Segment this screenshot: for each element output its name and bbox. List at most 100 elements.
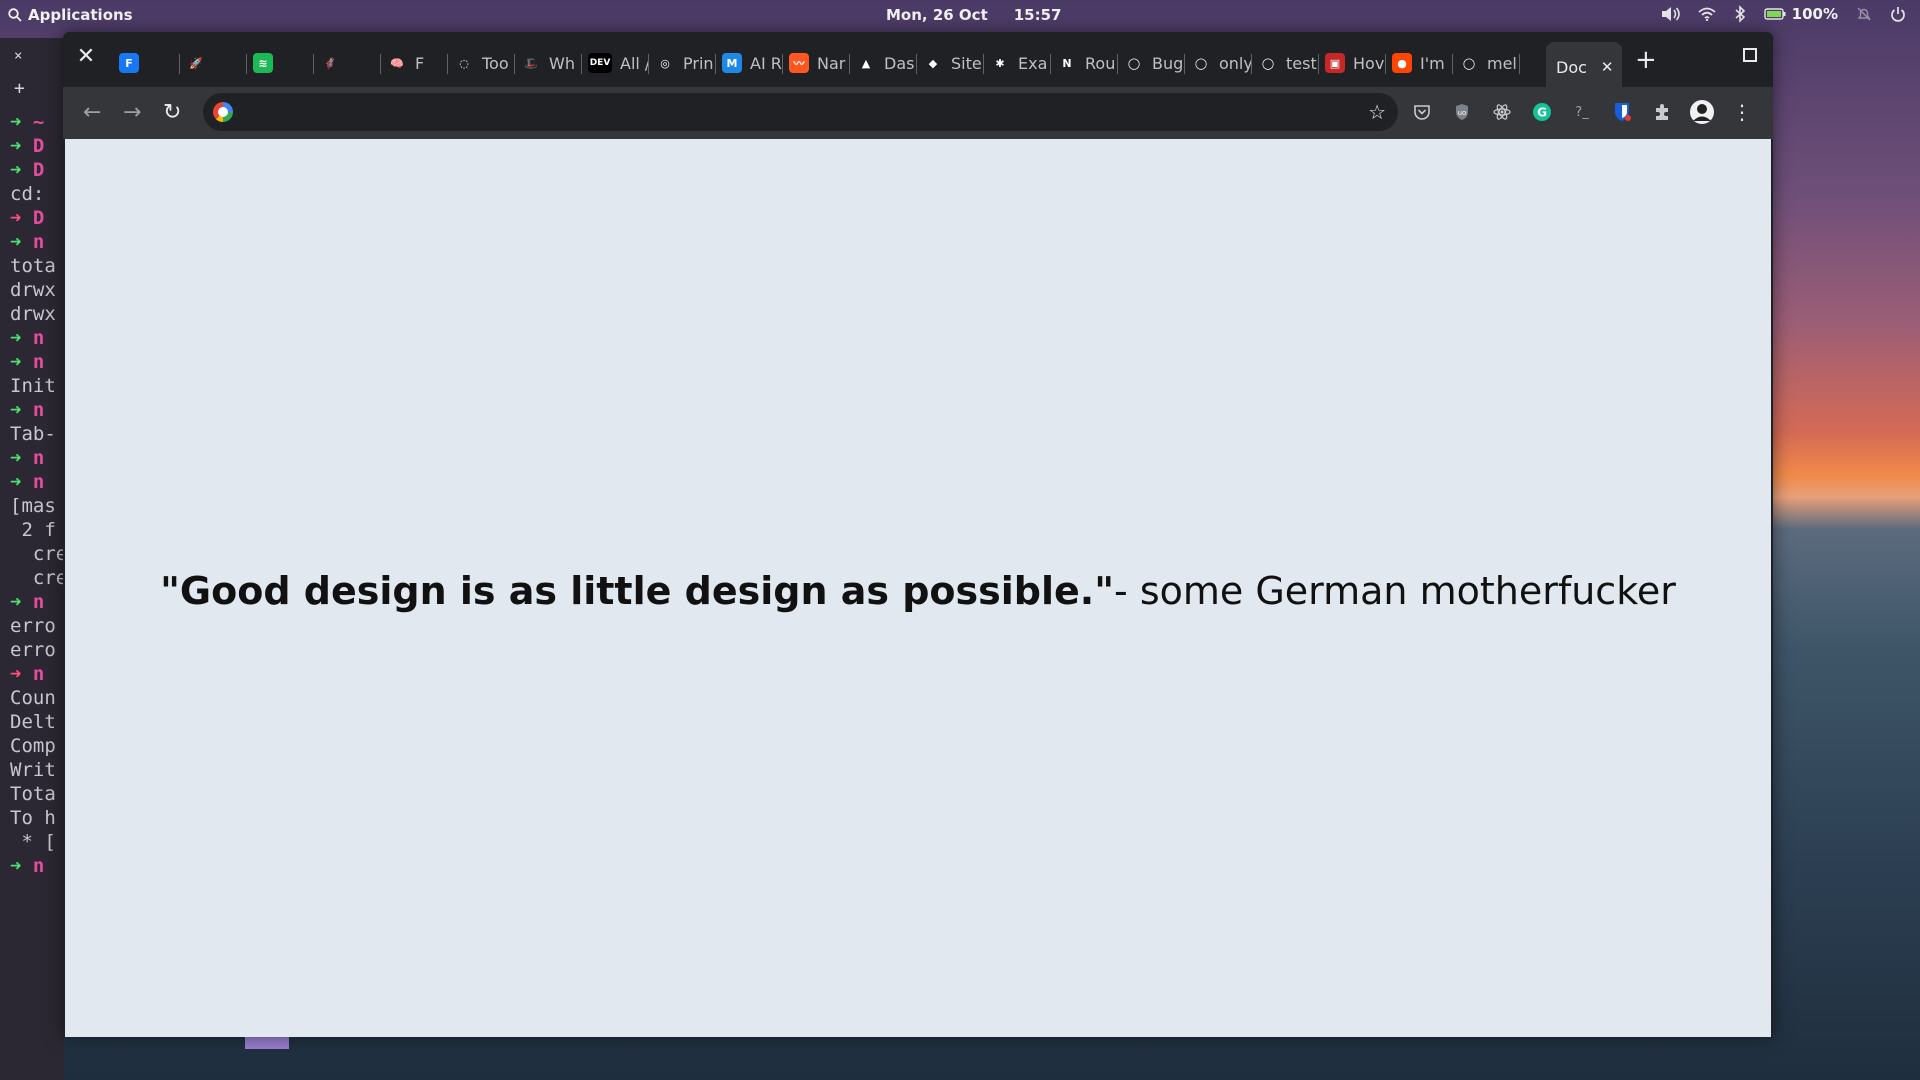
- ublock-icon[interactable]: uo: [1449, 99, 1475, 125]
- applications-label: Applications: [28, 6, 133, 24]
- tab-15[interactable]: N Rou: [1051, 46, 1118, 80]
- terminal-line: tota: [10, 254, 64, 278]
- bitwarden-icon[interactable]: [1609, 99, 1635, 125]
- react-devtools-icon[interactable]: [1489, 99, 1515, 125]
- terminal-line: cd:: [10, 182, 64, 206]
- book-icon: ▣: [1325, 53, 1345, 73]
- terminal-line-text: cd:: [10, 183, 45, 205]
- tab-active[interactable]: Doc ✕: [1546, 42, 1622, 92]
- terminal-close-button[interactable]: ×: [14, 48, 22, 64]
- reload-icon[interactable]: ↻: [163, 101, 181, 125]
- tab-6[interactable]: ◌ Too: [448, 46, 515, 80]
- terminal-line-text: D: [21, 135, 45, 157]
- system-tray: 100%: [1660, 5, 1906, 23]
- tab-7[interactable]: 🎩 Wh: [515, 46, 582, 80]
- terminal-line-text: n: [21, 231, 45, 253]
- terminal-line-text: To h: [10, 807, 56, 829]
- power-icon[interactable]: [1890, 6, 1906, 22]
- tab-label: Bug: [1152, 53, 1184, 73]
- terminal-window[interactable]: × + ➜ ~ ➜ D ➜ Dcd: ➜ D ➜ n tota drwx drwx ➜ n ➜ n…: [0, 38, 64, 1080]
- terminal-line: ➜ n: [10, 446, 64, 470]
- back-icon[interactable]: ←: [83, 101, 101, 125]
- terminal-line-text: Init: [10, 375, 56, 397]
- terminal-line-text: Delt: [10, 711, 56, 733]
- applications-menu[interactable]: Applications: [8, 6, 133, 24]
- terminal-line-text: tota: [10, 255, 56, 277]
- tab-close-icon[interactable]: ✕: [1601, 58, 1614, 76]
- tab-12[interactable]: ▲ Das: [850, 46, 917, 80]
- terminal-line: ➜ D: [10, 158, 64, 182]
- notifications-off-icon[interactable]: [1856, 6, 1872, 22]
- browser-toolbar: ← → ↻ ☆ uo G ?_ ⋮: [63, 87, 1773, 139]
- tab-17[interactable]: ◯ only: [1185, 46, 1252, 80]
- circle-icon: ◎: [660, 56, 670, 70]
- url-input[interactable]: [247, 99, 1327, 125]
- tab-20[interactable]: ● I'm: [1386, 46, 1453, 80]
- tab-label: F: [415, 53, 425, 73]
- address-bar[interactable]: ☆: [203, 93, 1398, 131]
- clock[interactable]: Mon, 26 Oct 15:57: [886, 6, 1062, 24]
- forward-icon[interactable]: →: [123, 101, 141, 125]
- pocket-icon[interactable]: [1409, 99, 1435, 125]
- terminal-add-tab-button[interactable]: +: [14, 78, 25, 99]
- battery-indicator[interactable]: 100%: [1763, 5, 1838, 23]
- terminal-line: Writ: [10, 758, 64, 782]
- battery-percent: 100%: [1791, 5, 1838, 23]
- grammarly-icon[interactable]: G: [1529, 99, 1555, 125]
- quote-attribution: - some German motherfucker: [1114, 569, 1676, 613]
- tab-13[interactable]: ◆ Site: [917, 46, 984, 80]
- tab-11[interactable]: 〰 Nar: [783, 46, 850, 80]
- terminal-line: cre: [10, 566, 64, 590]
- prompt-arrow-icon: ➜: [10, 135, 22, 157]
- terminal-line: ➜ n: [10, 470, 64, 494]
- brain-icon: 🧠: [390, 56, 404, 70]
- maximize-icon[interactable]: [1743, 48, 1757, 62]
- profile-avatar[interactable]: [1689, 99, 1715, 125]
- tab-19[interactable]: ▣ Hov: [1319, 46, 1386, 80]
- page-viewport: "Good design is as little design as poss…: [65, 139, 1771, 1037]
- dock-active-indicator: [245, 1037, 289, 1049]
- terminal-line-text: cre: [10, 567, 64, 589]
- tab-label: only: [1219, 53, 1252, 73]
- new-tab-button[interactable]: +: [1635, 45, 1657, 75]
- bluetooth-icon[interactable]: [1734, 5, 1746, 23]
- date-label: Mon, 26 Oct: [886, 6, 988, 24]
- tab-10[interactable]: M AI R: [716, 46, 783, 80]
- terminal-line-text: drwx: [10, 303, 56, 325]
- tab-1[interactable]: F: [113, 46, 180, 80]
- tab-strip: ✕ F 🚀 ≋ 🦸 🧠 F ◌ Too 🎩 Wh DEV All / ◎ Prin M AI R 〰 Nar ▲ Da…: [63, 32, 1773, 92]
- tab-14[interactable]: ✱ Exa: [984, 46, 1051, 80]
- tab-label: Doc: [1556, 57, 1587, 77]
- n-icon: N: [1062, 56, 1072, 70]
- window-close-button[interactable]: ✕: [73, 44, 99, 70]
- volume-icon[interactable]: [1660, 6, 1680, 22]
- tab-label: Rou: [1085, 53, 1116, 73]
- menu-kebab-icon[interactable]: ⋮: [1729, 99, 1755, 125]
- prompt-arrow-icon: ➜: [10, 591, 22, 613]
- tab-4[interactable]: 🦸: [314, 46, 381, 80]
- diamond-icon: ◆: [928, 56, 938, 70]
- tab-label: Nar: [817, 53, 846, 73]
- prompt-arrow-icon: ➜: [10, 351, 22, 373]
- prompt-arrow-icon: ➜: [10, 447, 22, 469]
- tab-2[interactable]: 🚀: [180, 46, 247, 80]
- extensions-icon[interactable]: [1649, 99, 1675, 125]
- tab-5[interactable]: 🧠 F: [381, 46, 448, 80]
- emoji-icon: 🦸: [323, 56, 337, 70]
- battery-icon: [1763, 8, 1786, 20]
- search-icon: [8, 8, 22, 22]
- tab-18[interactable]: ◯ test: [1252, 46, 1319, 80]
- wifi-icon[interactable]: [1698, 7, 1716, 21]
- bookmark-star-icon[interactable]: ☆: [1368, 100, 1386, 124]
- tab-3[interactable]: ≋: [247, 46, 314, 80]
- terminal-line: drwx: [10, 302, 64, 326]
- tab-8[interactable]: DEV All /: [582, 46, 649, 80]
- tab-21[interactable]: ◯ mel: [1453, 46, 1520, 80]
- tab-16[interactable]: ◯ Bug: [1118, 46, 1185, 80]
- terminal-line: Tota: [10, 782, 64, 806]
- tab-9[interactable]: ◎ Prin: [649, 46, 716, 80]
- terminal-line-text: D: [21, 159, 45, 181]
- terminal-line: [mas: [10, 494, 64, 518]
- terminal-extension-icon[interactable]: ?_: [1569, 99, 1595, 125]
- tab-label: Exa: [1018, 53, 1048, 73]
